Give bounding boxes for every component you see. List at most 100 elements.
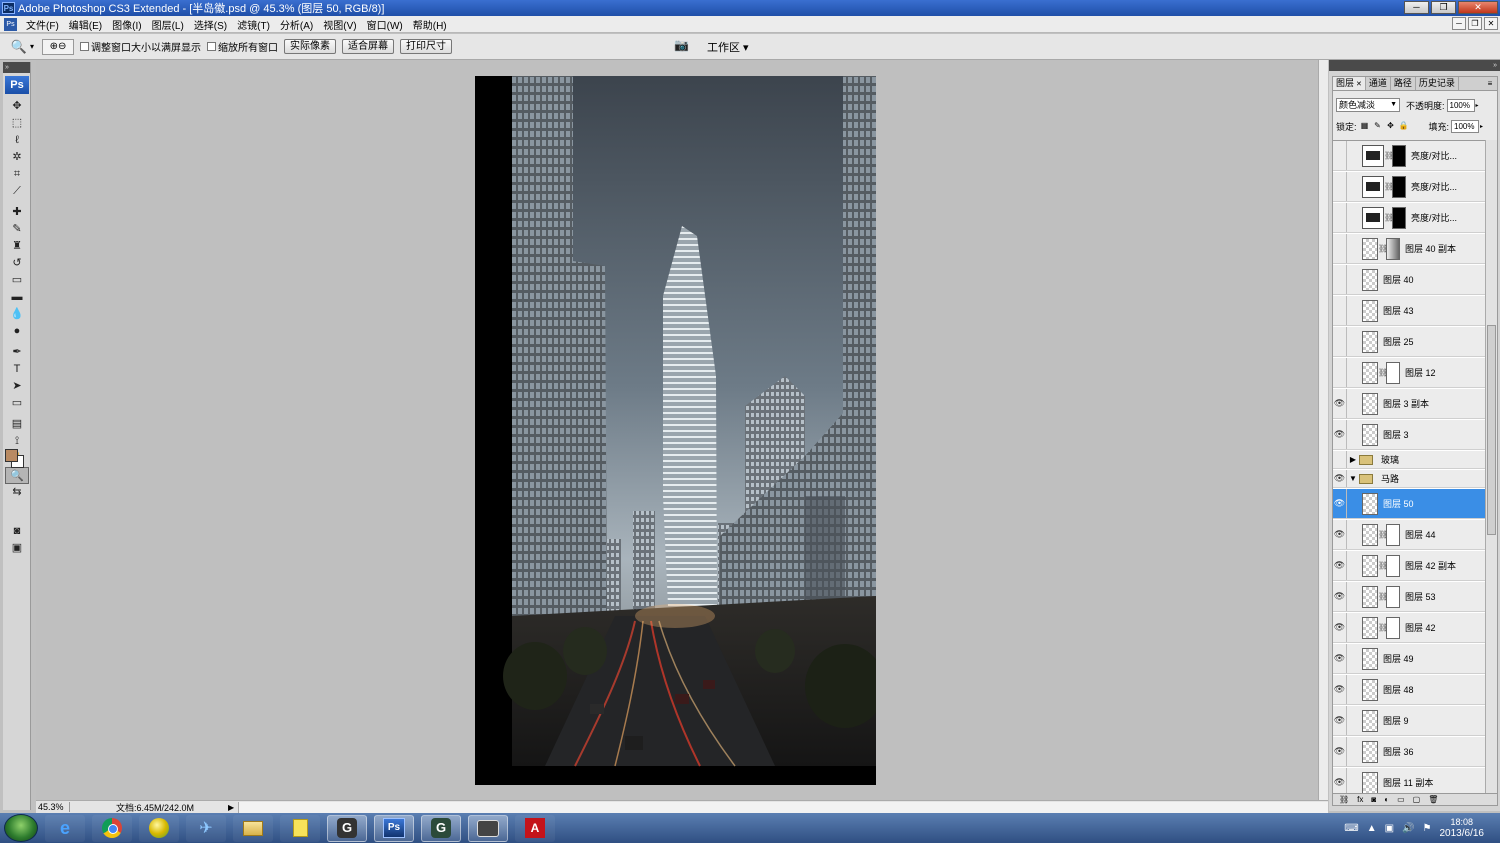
canvas-horizontal-scrollbar[interactable] xyxy=(238,801,1328,813)
layer-row[interactable]: 👁 ⛓ 图层 42 xyxy=(1333,613,1485,643)
layer-row[interactable]: 👁 图层 43 xyxy=(1333,296,1485,326)
layer-name[interactable]: 图层 42 xyxy=(1405,621,1436,634)
visibility-eye-icon[interactable]: 👁 xyxy=(1333,389,1347,418)
mask-link-icon[interactable]: ⛓ xyxy=(1378,623,1388,632)
quick-mask-icon[interactable]: ◙ xyxy=(5,523,29,540)
menu-analysis[interactable]: 分析(A) xyxy=(275,17,318,32)
opacity-field[interactable]: 100% xyxy=(1446,98,1475,112)
taskbar-chrome[interactable] xyxy=(92,814,132,842)
layer-thumbnail[interactable] xyxy=(1362,423,1378,446)
layer-name[interactable]: 图层 49 xyxy=(1383,652,1414,665)
layer-row[interactable]: 👁 ⛓ 图层 42 副本 xyxy=(1333,551,1485,581)
tab-channels[interactable]: 通道 xyxy=(1366,77,1391,90)
volume-icon[interactable]: 🔊 xyxy=(1402,823,1414,834)
close-icon[interactable]: ✕ xyxy=(1356,81,1362,88)
zoom-level-field[interactable]: 45.3% xyxy=(36,802,70,812)
group-expand-arrow-icon[interactable]: ▼ xyxy=(1347,474,1359,483)
menu-window[interactable]: 窗口(W) xyxy=(362,17,408,32)
taskbar-explorer[interactable] xyxy=(233,814,273,842)
taskbar-notes[interactable] xyxy=(280,814,320,842)
layer-thumbnail[interactable] xyxy=(1362,709,1378,732)
close-button[interactable]: ✕ xyxy=(1458,1,1498,14)
lock-all-icon[interactable]: 🔒 xyxy=(1399,121,1409,131)
layer-row[interactable]: 👁 ⛓ 图层 44 xyxy=(1333,520,1485,550)
layer-name[interactable]: 图层 36 xyxy=(1383,745,1414,758)
delete-layer-icon[interactable]: 🗑 xyxy=(1428,795,1438,804)
layer-row[interactable]: 👁 图层 50 xyxy=(1333,489,1485,519)
visibility-eye-icon[interactable]: 👁 xyxy=(1333,203,1347,232)
layer-mask-thumbnail[interactable] xyxy=(1386,585,1400,608)
visibility-eye-icon[interactable]: 👁 xyxy=(1333,551,1347,580)
move-tool-icon[interactable]: ✥ xyxy=(5,98,29,115)
layer-name[interactable]: 图层 25 xyxy=(1383,335,1414,348)
blur-tool-icon[interactable]: 💧 xyxy=(5,306,29,323)
layer-thumbnail[interactable] xyxy=(1362,299,1378,322)
layer-row[interactable]: 👁 ⛓ 图层 40 副本 xyxy=(1333,234,1485,264)
visibility-eye-icon[interactable]: 👁 xyxy=(1333,420,1347,449)
visibility-eye-icon[interactable]: 👁 xyxy=(1333,644,1347,673)
resize-windows-checkbox[interactable]: 调整窗口大小以满屏显示 xyxy=(80,39,201,54)
layer-row[interactable]: 👁 图层 25 xyxy=(1333,327,1485,357)
menu-select[interactable]: 选择(S) xyxy=(189,17,232,32)
visibility-eye-icon[interactable]: 👁 xyxy=(1333,172,1347,201)
visibility-eye-icon[interactable]: 👁 xyxy=(1333,520,1347,549)
visibility-eye-icon[interactable]: 👁 xyxy=(1333,737,1347,766)
layer-name[interactable]: 玻璃 xyxy=(1381,453,1399,466)
tab-history[interactable]: 历史记录 xyxy=(1416,77,1459,90)
photoshop-logo[interactable]: Ps xyxy=(5,76,29,94)
layer-thumbnail[interactable] xyxy=(1362,585,1378,608)
layer-mask-thumbnail[interactable] xyxy=(1392,144,1406,167)
layer-mask-thumbnail[interactable] xyxy=(1386,237,1400,260)
opacity-slider-arrow[interactable]: ▸ xyxy=(1476,102,1483,109)
layer-name[interactable]: 图层 3 xyxy=(1383,428,1409,441)
mask-link-icon[interactable]: ⛓ xyxy=(1378,244,1388,253)
status-menu-arrow[interactable]: ▶ xyxy=(228,803,234,812)
mask-link-icon[interactable]: ⛓ xyxy=(1378,592,1388,601)
mask-link-icon[interactable]: ⛓ xyxy=(1384,151,1394,160)
action-center-icon[interactable]: ⚑ xyxy=(1423,823,1432,834)
layer-style-icon[interactable]: fx xyxy=(1357,795,1363,804)
healing-brush-tool-icon[interactable]: ✚ xyxy=(5,204,29,221)
taskbar-3dsmax-1[interactable]: G xyxy=(327,814,367,842)
taskbar-ball-app[interactable] xyxy=(139,814,179,842)
layer-name[interactable]: 图层 11 副本 xyxy=(1383,776,1433,789)
canvas-vertical-scrollbar[interactable] xyxy=(1318,60,1328,800)
pen-tool-icon[interactable]: ✒ xyxy=(5,344,29,361)
layer-thumbnail[interactable] xyxy=(1362,237,1378,260)
screen-mode-icon[interactable]: ▣ xyxy=(5,540,29,557)
fill-slider-arrow[interactable]: ▸ xyxy=(1480,123,1487,130)
layer-name[interactable]: 图层 40 xyxy=(1383,273,1414,286)
tab-paths[interactable]: 路径 xyxy=(1391,77,1416,90)
dodge-tool-icon[interactable]: ● xyxy=(5,323,29,340)
doc-minimize-button[interactable]: ─ xyxy=(1452,17,1466,30)
layer-thumbnail[interactable] xyxy=(1362,523,1378,546)
eraser-tool-icon[interactable]: ▭ xyxy=(5,272,29,289)
slice-tool-icon[interactable]: ⟋ xyxy=(5,183,29,200)
lock-pixels-icon[interactable]: ✎ xyxy=(1373,121,1383,131)
menu-file[interactable]: 文件(F) xyxy=(21,17,64,32)
layer-mask-thumbnail[interactable] xyxy=(1386,616,1400,639)
document-canvas[interactable] xyxy=(475,76,876,785)
layer-name[interactable]: 图层 43 xyxy=(1383,304,1414,317)
mask-link-icon[interactable]: ⛓ xyxy=(1384,213,1394,222)
add-mask-icon[interactable]: ◙ xyxy=(1371,795,1376,804)
visibility-eye-icon[interactable]: 👁 xyxy=(1333,489,1347,518)
layer-name[interactable]: 亮度/对比... xyxy=(1411,211,1457,224)
layers-scrollbar[interactable] xyxy=(1485,140,1497,795)
print-size-button[interactable]: 打印尺寸 xyxy=(400,39,453,54)
layer-row[interactable]: 👁 图层 3 xyxy=(1333,420,1485,450)
visibility-eye-icon[interactable]: 👁 xyxy=(1333,451,1347,468)
zoom-in-out-toggle[interactable]: ⊕⊖ xyxy=(42,38,75,55)
group-expand-arrow-icon[interactable]: ▶ xyxy=(1347,455,1359,464)
tool-preset-dropdown[interactable]: ▾ xyxy=(30,42,34,51)
new-group-icon[interactable]: ▭ xyxy=(1397,795,1405,804)
path-selection-tool-icon[interactable]: ➤ xyxy=(5,378,29,395)
taskbar-bird-app[interactable]: ✈ xyxy=(186,814,226,842)
panel-menu-icon[interactable]: ≡ xyxy=(1483,77,1497,90)
marquee-tool-icon[interactable]: ⬚ xyxy=(5,115,29,132)
layer-name[interactable]: 图层 50 xyxy=(1383,497,1414,510)
zoom-all-windows-checkbox[interactable]: 缩放所有窗口 xyxy=(207,39,278,54)
adjustment-layer-icon[interactable] xyxy=(1362,144,1384,167)
link-layers-icon[interactable]: ⛓ xyxy=(1339,795,1349,804)
menu-layer[interactable]: 图层(L) xyxy=(147,17,189,32)
